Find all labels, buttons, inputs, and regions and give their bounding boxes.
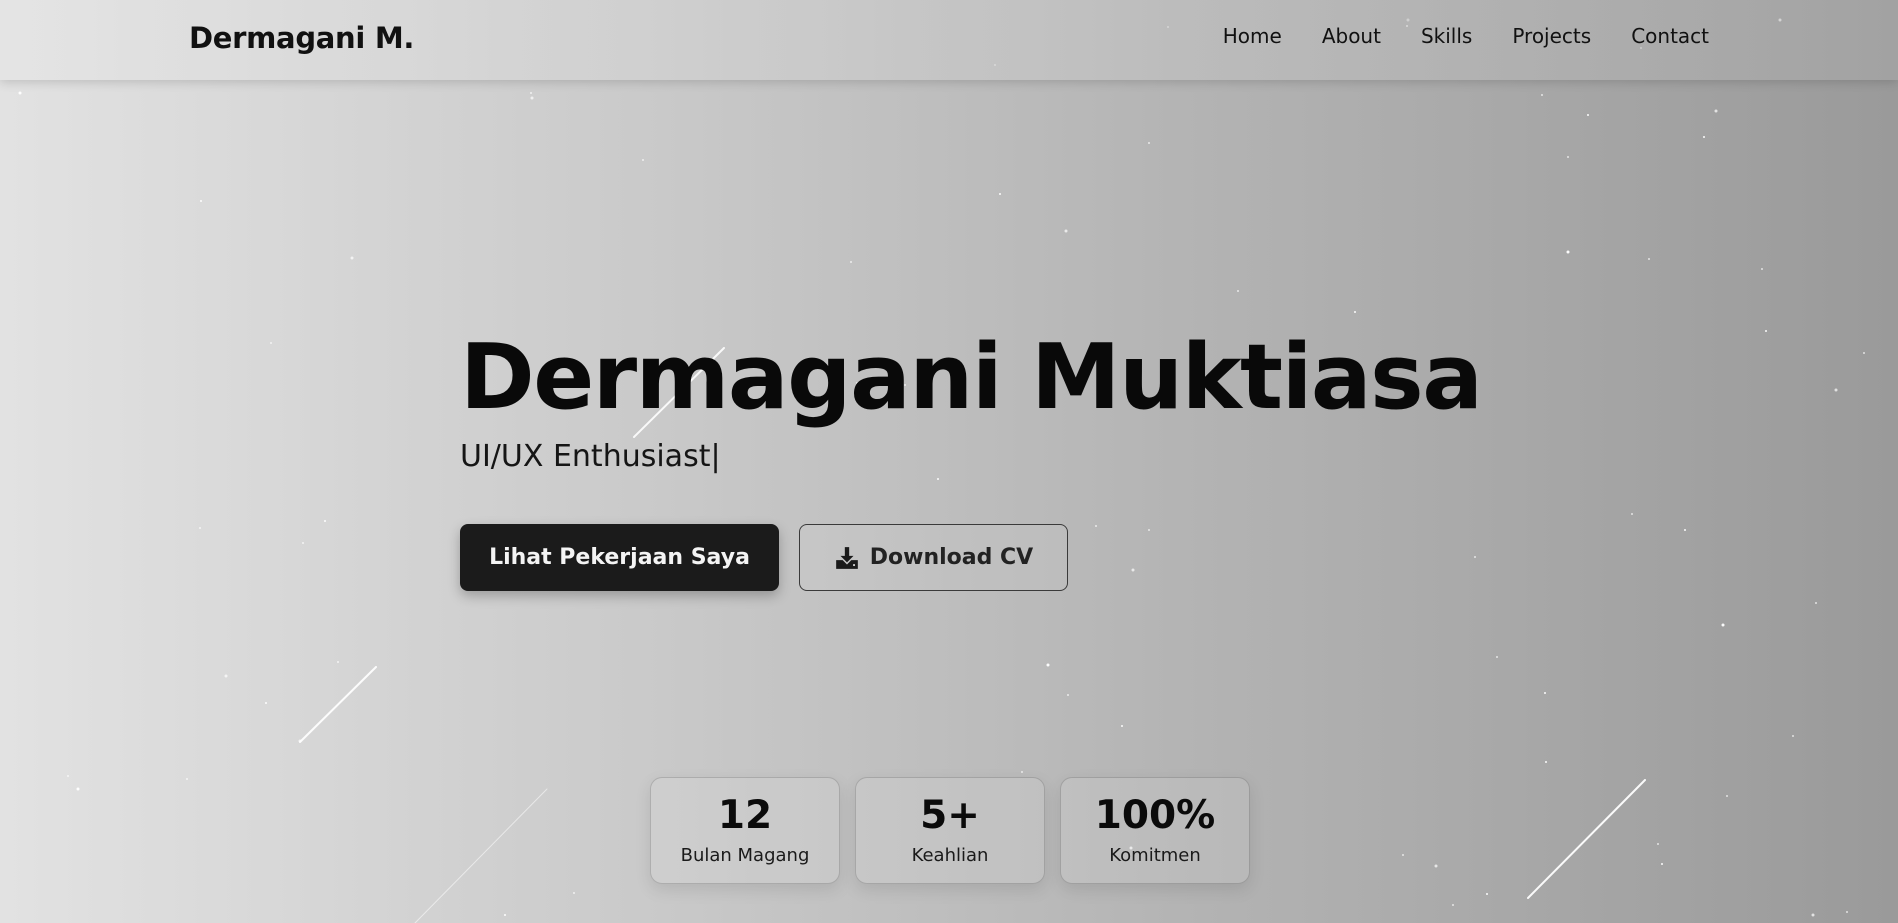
- download-cv-label: Download CV: [869, 545, 1034, 570]
- star: [1067, 694, 1069, 696]
- star: [504, 914, 506, 916]
- stat-label: Keahlian: [911, 845, 989, 866]
- star: [1661, 863, 1663, 865]
- star: [850, 261, 852, 263]
- star: [1631, 513, 1633, 515]
- star: [1541, 94, 1543, 96]
- star: [200, 200, 202, 202]
- hero-section: Dermagani Muktiasa UI/UX Enthusiast|: [460, 325, 1483, 475]
- star: [1496, 656, 1498, 658]
- star: [324, 520, 326, 522]
- star: [1402, 854, 1404, 856]
- star: [937, 478, 939, 480]
- star: [337, 661, 339, 663]
- stat-card-skills: 5+ Keahlian: [855, 777, 1045, 884]
- star: [1703, 136, 1705, 138]
- stat-value: 5+: [920, 793, 980, 838]
- typing-cursor: |: [710, 439, 721, 474]
- hero-buttons: Lihat Pekerjaan Saya Download CV: [460, 524, 1068, 591]
- star: [199, 527, 201, 529]
- view-work-label: Lihat Pekerjaan Saya: [489, 545, 750, 570]
- nav-skills[interactable]: Skills: [1421, 24, 1472, 48]
- star: [1765, 330, 1767, 332]
- star: [1121, 725, 1123, 727]
- star: [1834, 388, 1838, 392]
- download-icon: [835, 546, 858, 569]
- star: [1567, 156, 1569, 158]
- hero-role-text: UI/UX Enthusiast: [460, 439, 711, 474]
- star: [1545, 761, 1547, 763]
- star: [1726, 795, 1728, 797]
- star: [1237, 290, 1239, 292]
- nav-contact[interactable]: Contact: [1631, 24, 1709, 48]
- shooting-star: [1527, 779, 1646, 899]
- star: [1811, 913, 1815, 917]
- stat-label: Bulan Magang: [680, 845, 810, 866]
- star: [1434, 864, 1438, 868]
- view-work-button[interactable]: Lihat Pekerjaan Saya: [460, 524, 779, 591]
- star: [1486, 893, 1488, 895]
- star: [1587, 114, 1589, 116]
- star: [642, 159, 644, 161]
- stat-label: Komitmen: [1109, 845, 1201, 866]
- star: [1046, 663, 1050, 667]
- star: [1021, 771, 1023, 773]
- star: [224, 674, 228, 678]
- star: [1648, 258, 1650, 260]
- star: [1792, 735, 1794, 737]
- star: [1657, 843, 1659, 845]
- nav-home[interactable]: Home: [1223, 24, 1282, 48]
- hero-name: Dermagani Muktiasa: [460, 325, 1483, 430]
- shooting-star: [414, 788, 548, 923]
- star: [1684, 529, 1686, 531]
- star: [1761, 268, 1763, 270]
- star: [1148, 529, 1150, 531]
- star: [530, 92, 532, 94]
- stat-value: 12: [717, 793, 773, 838]
- star: [1846, 911, 1848, 913]
- star: [186, 778, 188, 780]
- star: [67, 775, 69, 777]
- nav-projects[interactable]: Projects: [1512, 24, 1591, 48]
- star: [1815, 602, 1817, 604]
- nav-links: Home About Skills Projects Contact: [1223, 24, 1709, 48]
- star: [302, 542, 304, 544]
- star: [1714, 109, 1718, 113]
- star: [1863, 352, 1865, 354]
- hero-role: UI/UX Enthusiast|: [460, 439, 1481, 475]
- star: [270, 342, 272, 344]
- star: [1721, 623, 1725, 627]
- stat-value: 100%: [1094, 793, 1216, 838]
- download-cv-button[interactable]: Download CV: [799, 524, 1068, 591]
- star: [1095, 525, 1097, 527]
- star: [1544, 692, 1546, 694]
- star: [18, 91, 22, 95]
- star: [1474, 556, 1476, 558]
- star: [76, 787, 80, 791]
- star: [1064, 229, 1068, 233]
- stats-row: 12 Bulan Magang 5+ Keahlian 100% Komitme…: [650, 777, 1250, 884]
- star: [1131, 568, 1135, 572]
- star: [999, 193, 1001, 195]
- star: [1566, 250, 1570, 254]
- star: [1148, 142, 1150, 144]
- star: [1452, 904, 1454, 906]
- star: [530, 96, 534, 100]
- star: [1354, 311, 1356, 313]
- brand-logo[interactable]: Dermagani M.: [189, 21, 414, 55]
- star: [350, 256, 354, 260]
- shooting-star: [299, 666, 377, 743]
- navbar: Dermagani M. Home About Skills Projects …: [0, 0, 1898, 80]
- stat-card-commitment: 100% Komitmen: [1060, 777, 1250, 884]
- star: [573, 892, 575, 894]
- nav-about[interactable]: About: [1322, 24, 1381, 48]
- stat-card-internship: 12 Bulan Magang: [650, 777, 840, 884]
- star: [265, 702, 267, 704]
